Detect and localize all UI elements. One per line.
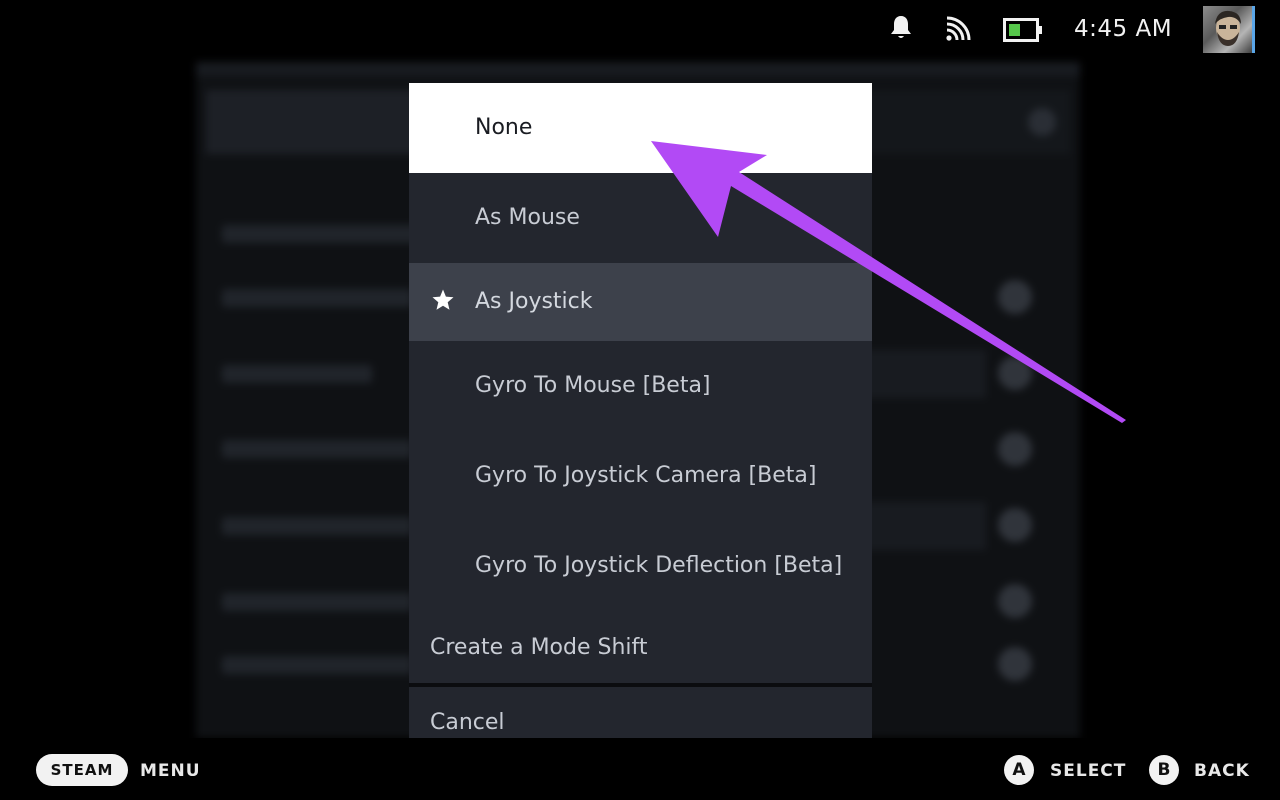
background-section-heading xyxy=(222,225,422,243)
battery-level xyxy=(1009,24,1020,36)
star-icon xyxy=(432,289,454,310)
menu-item-gyro-to-mouse[interactable]: Gyro To Mouse [Beta] xyxy=(409,341,872,431)
cancel-button[interactable]: Cancel xyxy=(409,687,872,738)
background-round-button xyxy=(1028,108,1056,136)
background-setting-label xyxy=(222,656,412,674)
background-toggle xyxy=(998,647,1032,681)
back-hint-label: BACK xyxy=(1194,761,1250,781)
menu-hint-label: MENU xyxy=(140,761,201,781)
menu-item-label: None xyxy=(475,115,533,140)
wifi-icon[interactable] xyxy=(945,16,971,42)
menu-item-label: Gyro To Mouse [Beta] xyxy=(475,373,711,398)
menu-item-as-joystick[interactable]: As Joystick xyxy=(409,263,872,341)
background-tab xyxy=(206,90,416,154)
background-setting-label xyxy=(222,593,412,611)
background-toggle xyxy=(998,508,1032,542)
menu-item-gyro-to-joystick-camera[interactable]: Gyro To Joystick Camera [Beta] xyxy=(409,431,872,521)
create-mode-shift-label: Create a Mode Shift xyxy=(430,635,648,660)
create-mode-shift-button[interactable]: Create a Mode Shift xyxy=(409,611,872,683)
avatar[interactable] xyxy=(1203,6,1255,53)
background-header-strip xyxy=(196,62,1080,76)
steam-deck-screen: 4:45 AM None As Mouse As Joystick Gyro T… xyxy=(0,0,1280,800)
battery-icon[interactable] xyxy=(1003,18,1043,42)
background-toggle xyxy=(998,356,1032,390)
status-bar: 4:45 AM xyxy=(0,0,1280,62)
menu-item-label: Gyro To Joystick Camera [Beta] xyxy=(475,463,817,488)
menu-item-label: As Joystick xyxy=(475,289,593,314)
gyro-behavior-dropdown-menu: None As Mouse As Joystick Gyro To Mouse … xyxy=(409,83,872,738)
menu-item-label: As Mouse xyxy=(475,205,580,230)
clock: 4:45 AM xyxy=(1074,16,1173,42)
menu-item-none[interactable]: None xyxy=(409,83,872,173)
background-toggle xyxy=(998,432,1032,466)
background-toggle xyxy=(998,584,1032,618)
a-button-icon[interactable]: A xyxy=(1004,755,1034,785)
background-setting-label xyxy=(222,517,412,535)
steam-button[interactable]: STEAM xyxy=(36,754,128,786)
menu-item-gyro-to-joystick-deflection[interactable]: Gyro To Joystick Deflection [Beta] xyxy=(409,521,872,611)
bottom-hint-bar: STEAM MENU A SELECT B BACK xyxy=(0,738,1280,800)
b-button-icon[interactable]: B xyxy=(1149,755,1179,785)
background-setting-label xyxy=(222,289,412,307)
cancel-label: Cancel xyxy=(430,710,505,735)
background-setting-label xyxy=(222,440,412,458)
menu-item-label: Gyro To Joystick Deflection [Beta] xyxy=(475,553,843,578)
select-hint-label: SELECT xyxy=(1050,761,1127,781)
menu-item-as-mouse[interactable]: As Mouse xyxy=(409,173,872,263)
bell-icon[interactable] xyxy=(889,14,913,42)
background-toggle xyxy=(998,280,1032,314)
background-setting-label xyxy=(222,365,372,383)
